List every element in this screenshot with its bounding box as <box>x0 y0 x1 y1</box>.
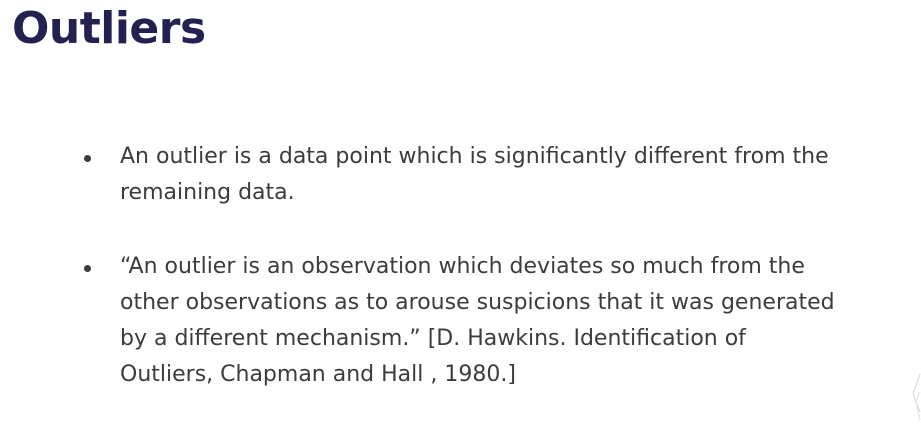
bullet-item-outlier-definition: An outlier is a data point which is sign… <box>0 139 921 211</box>
bullet-text-line: “An outlier is an observation which devi… <box>120 254 805 279</box>
bullet-dot-icon <box>84 155 91 162</box>
bullet-text-line: remaining data. <box>120 180 295 205</box>
bullet-text-line: other observations as to arouse suspicio… <box>120 290 835 315</box>
bullet-list: An outlier is a data point which is sign… <box>0 139 921 393</box>
slide-title: Outliers <box>12 3 206 54</box>
bullet-dot-icon <box>84 265 91 272</box>
bullet-text-line: Outliers, Chapman and Hall , 1980.] <box>120 362 516 387</box>
slide: Outliers An outlier is a data point whic… <box>0 0 921 433</box>
decorative-corner-mark <box>912 373 921 421</box>
bullet-item-hawkins-quote: “An outlier is an observation which devi… <box>0 249 921 393</box>
bullet-text-line: by a different mechanism.” [D. Hawkins. … <box>120 326 746 351</box>
bullet-text-line: An outlier is a data point which is sign… <box>120 144 829 169</box>
